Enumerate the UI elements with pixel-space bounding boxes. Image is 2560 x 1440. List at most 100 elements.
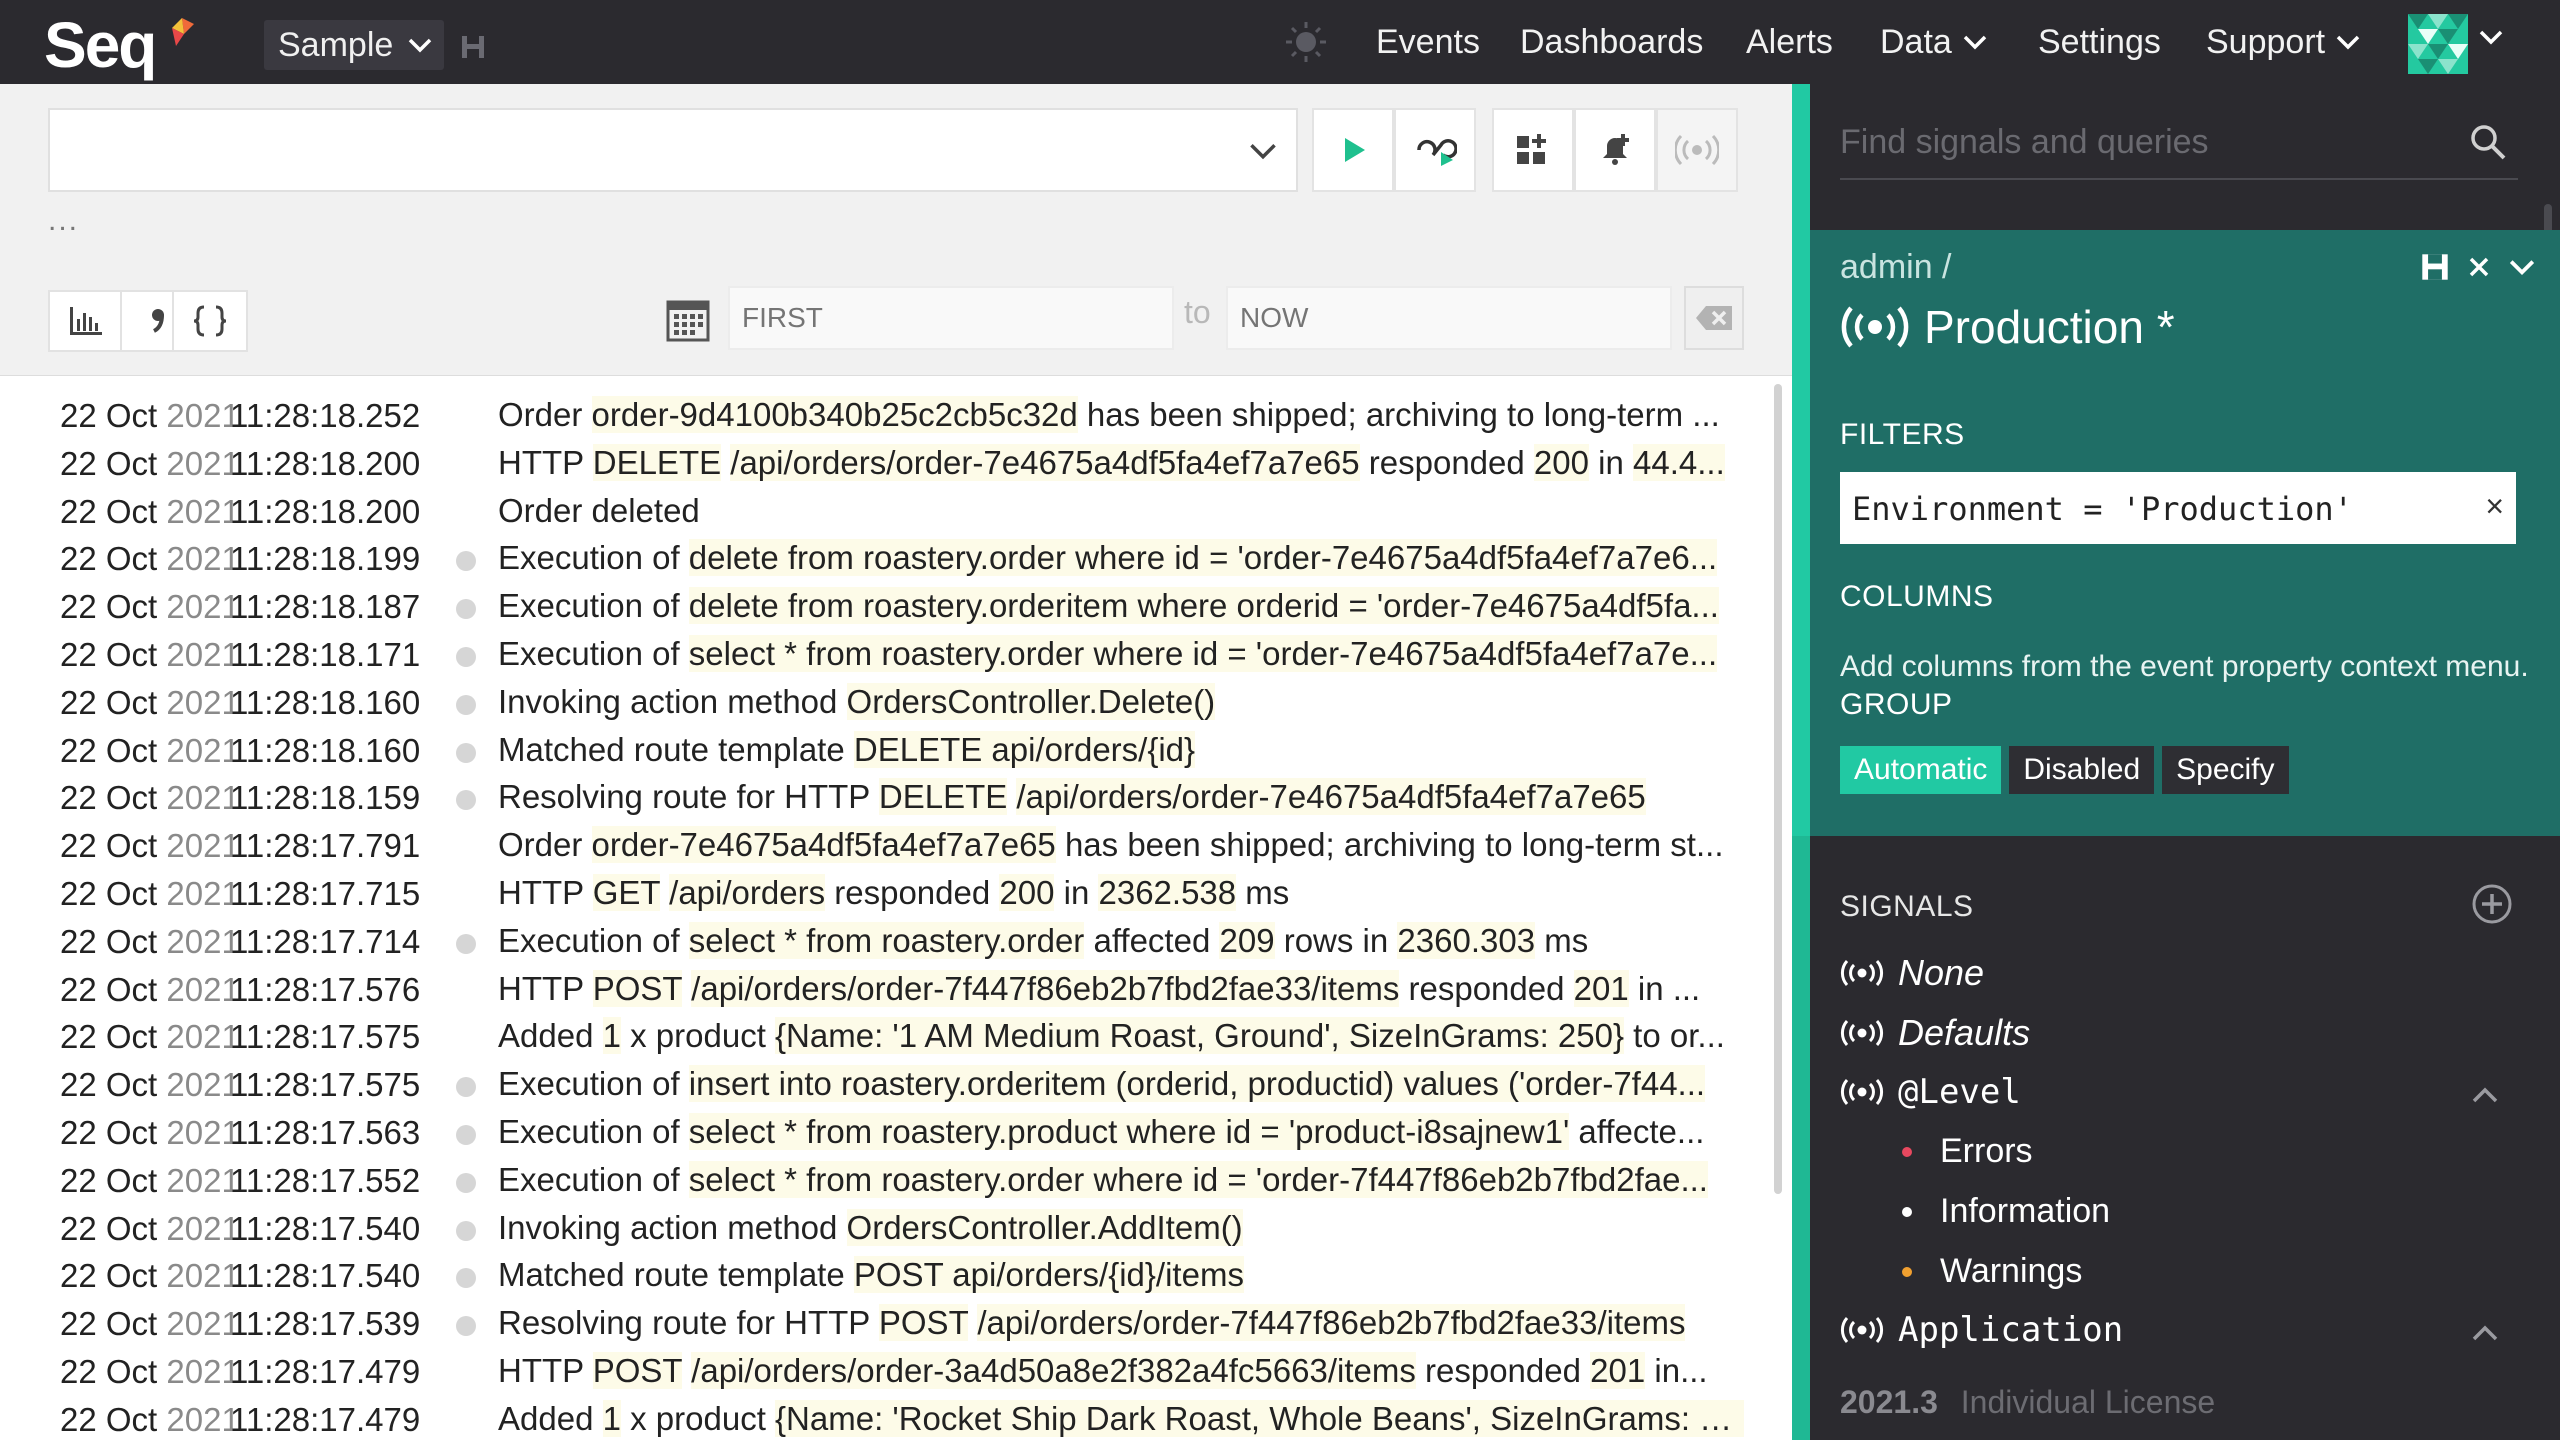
signal-group-application[interactable]: Application [1840,1310,2123,1350]
event-property-value[interactable]: order-9d4100b340b25c2cb5c32d [591,396,1078,433]
filter-expression[interactable]: Environment = 'Production' [1852,490,2353,528]
signal-item-errors[interactable]: Errors [1902,1132,2033,1171]
event-property-value[interactable]: DELETE [592,443,722,481]
nav-alerts[interactable]: Alerts [1746,20,1833,64]
event-row[interactable]: 22 Oct 2021 11:28:17.563 Execution of sele… [0,1109,1780,1157]
add-to-dashboard-button[interactable] [1492,108,1574,192]
event-property-value[interactable]: delete from roastery.orderitem where ord… [688,587,1719,625]
chevron-down-icon[interactable] [2508,257,2536,277]
query-options-ellipsis[interactable]: ... [48,204,79,238]
chevron-down-icon[interactable] [2478,28,2504,46]
signal-group-level[interactable]: @Level [1840,1072,2021,1112]
event-row[interactable]: 22 Oct 2021 11:28:17.714 Execution of sele… [0,918,1780,966]
chart-view-button[interactable] [48,290,124,352]
event-property-value[interactable]: select * from roastery.order [688,921,1085,959]
event-row[interactable]: 22 Oct 2021 11:28:17.540 Invoking action m… [0,1205,1780,1253]
event-property-value[interactable]: select * from roastery.product where id … [688,1113,1570,1150]
event-property-value[interactable]: {Name: 'Rocket Ship Dark Roast, Whole Be… [775,1399,1744,1437]
seq-logo[interactable]: Seq [44,8,157,82]
filter-item[interactable]: Environment = 'Production' × [1840,472,2516,544]
events-scrollbar[interactable] [1774,384,1782,1194]
event-row[interactable]: 22 Oct 2021 11:28:18.200 HTTP DELETE /api/… [0,440,1780,488]
event-property-value[interactable]: delete from roastery.order where id = 'o… [688,539,1718,577]
event-property-value[interactable]: 2362.538 [1098,874,1237,911]
history-chevron-down-icon[interactable] [1248,140,1278,162]
calendar-icon[interactable] [664,296,712,344]
event-property-value[interactable]: 200 [999,874,1055,911]
event-row[interactable]: 22 Oct 2021 11:28:17.539 Resolving route f… [0,1300,1780,1348]
event-row[interactable]: 22 Oct 2021 11:28:17.540 Matched route tem… [0,1252,1780,1300]
event-property-value[interactable]: 44.4... [1633,443,1725,481]
run-query-button[interactable] [1312,108,1394,192]
nav-support[interactable]: Support [2206,20,2361,64]
event-property-value[interactable]: 201 [1573,969,1629,1007]
close-signal-icon[interactable] [2468,256,2490,278]
event-property-value[interactable]: 1 [602,1017,621,1055]
event-row[interactable]: 22 Oct 2021 11:28:17.479 HTTP POST /api/or… [0,1348,1780,1396]
date-from-input[interactable] [728,286,1174,350]
search-icon[interactable] [2468,122,2508,162]
event-property-value[interactable]: /api/orders/order-7e4675a4df5fa4ef7a7e65 [730,443,1360,481]
event-property-value[interactable]: POST [592,969,682,1007]
nav-data[interactable]: Data [1880,20,1988,64]
event-row[interactable]: 22 Oct 2021 11:28:18.160 Invoking action m… [0,679,1780,727]
event-property-value[interactable]: insert into roastery.orderitem (orderid,… [688,1065,1706,1103]
event-row[interactable]: 22 Oct 2021 11:28:17.575 Added 1 x product… [0,1013,1780,1061]
chevron-up-icon[interactable] [2470,1322,2500,1344]
signal-item-none[interactable]: None [1840,952,1984,994]
event-property-value[interactable]: 200 [1533,443,1589,481]
event-property-value[interactable]: /api/orders/order-7f447f86eb2b7fbd2fae33… [977,1304,1686,1342]
event-row[interactable]: 22 Oct 2021 11:28:17.576 HTTP POST /api/or… [0,966,1780,1014]
add-alert-button[interactable] [1574,108,1656,192]
save-signal-icon[interactable] [2420,252,2450,282]
event-property-value[interactable]: DELETE api/orders/{id} [853,730,1196,768]
event-property-value[interactable]: 2360.303 [1397,921,1536,959]
add-signal-icon[interactable] [2470,882,2514,926]
event-property-value[interactable]: /api/orders/order-7e4675a4df5fa4ef7a7e65 [1016,778,1646,816]
event-property-value[interactable]: GET [592,874,660,911]
event-property-value[interactable]: 209 [1219,921,1275,959]
event-row[interactable]: 22 Oct 2021 11:28:18.171 Execution of sele… [0,631,1780,679]
event-row[interactable]: 22 Oct 2021 11:28:17.479 Added 1 x product… [0,1396,1780,1440]
group-specify-button[interactable]: Specify [2162,746,2289,794]
event-row[interactable]: 22 Oct 2021 11:28:17.552 Execution of sele… [0,1157,1780,1205]
event-row[interactable]: 22 Oct 2021 11:28:18.159 Resolving route f… [0,774,1780,822]
signal-item-information[interactable]: Information [1902,1192,2110,1231]
save-workspace-icon[interactable] [460,34,486,60]
nav-dashboards[interactable]: Dashboards [1520,20,1703,64]
nav-events[interactable]: Events [1376,20,1480,64]
event-property-value[interactable]: OrdersController.Delete() [846,682,1216,720]
event-row[interactable]: 22 Oct 2021 11:28:18.200 Order deleted [0,488,1780,536]
event-property-value[interactable]: order-7e4675a4df5fa4ef7a7e65 [591,826,1056,864]
save-signal-button[interactable] [1656,108,1738,192]
event-property-value[interactable]: POST api/orders/{id}/items [853,1256,1244,1294]
event-property-value[interactable]: /api/orders/order-3a4d50a8e2f382a4fc5663… [691,1352,1416,1389]
event-property-value[interactable]: OrdersController.AddItem() [846,1208,1243,1246]
event-property-value[interactable]: /api/orders [669,874,826,911]
event-row[interactable]: 22 Oct 2021 11:28:18.199 Execution of dele… [0,535,1780,583]
remove-filter-button[interactable]: × [2485,488,2504,525]
json-view-button[interactable] [172,290,248,352]
event-property-value[interactable]: select * from roastery.order where id = … [688,1160,1708,1198]
event-property-value[interactable]: select * from roastery.order where id = … [688,635,1718,672]
group-disabled-button[interactable]: Disabled [2009,746,2155,794]
signal-search-input[interactable] [1840,114,2440,170]
event-property-value[interactable]: POST [592,1352,682,1389]
theme-toggle-icon[interactable] [1284,20,1328,64]
signal-title[interactable]: Production * [1924,300,2175,354]
date-to-input[interactable] [1226,286,1672,350]
event-row[interactable]: 22 Oct 2021 11:28:18.252 Order order-9d410… [0,392,1780,440]
clear-date-range-button[interactable] [1684,286,1744,350]
event-property-value[interactable]: {Name: '1 AM Medium Roast, Ground', Size… [775,1017,1625,1055]
signal-item-defaults[interactable]: Defaults [1840,1012,2030,1054]
event-property-value[interactable]: 1 [602,1399,621,1437]
event-row[interactable]: 22 Oct 2021 11:28:17.575 Execution of inse… [0,1061,1780,1109]
event-property-value[interactable]: /api/orders/order-7f447f86eb2b7fbd2fae33… [691,969,1400,1007]
event-row[interactable]: 22 Oct 2021 11:28:17.791 Order order-7e467… [0,822,1780,870]
nav-settings[interactable]: Settings [2038,20,2161,64]
event-row[interactable]: 22 Oct 2021 11:28:18.160 Matched route tem… [0,727,1780,775]
chevron-up-icon[interactable] [2470,1084,2500,1106]
group-automatic-button[interactable]: Automatic [1840,746,2002,794]
tail-button[interactable] [1394,108,1476,192]
event-property-value[interactable]: POST [878,1304,969,1342]
